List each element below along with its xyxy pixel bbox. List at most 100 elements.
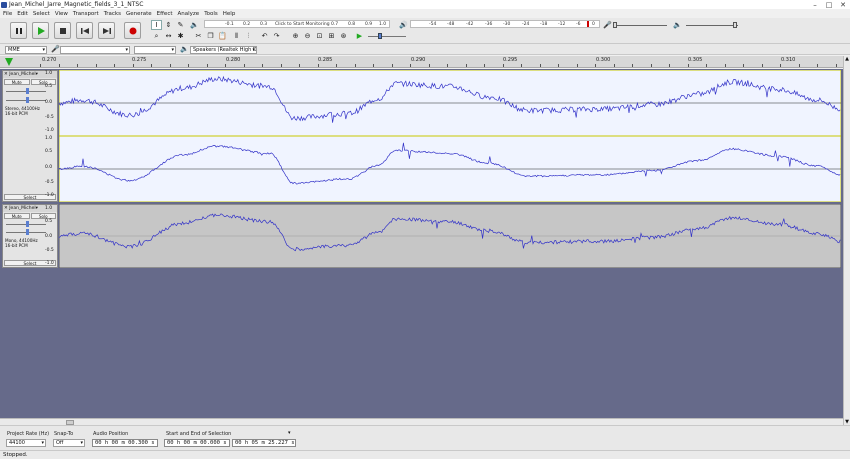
skip-start-icon xyxy=(80,27,89,34)
menu-generate[interactable]: Generate xyxy=(126,11,152,17)
meter-tick: 0.7 xyxy=(331,22,339,27)
record-volume-slider[interactable] xyxy=(615,25,667,26)
selection-tool-icon[interactable]: I xyxy=(151,20,162,30)
playback-meter[interactable]: -0.1 0.2 0.3 Click to Start Monitoring 0… xyxy=(204,20,390,28)
waveform-mono-track[interactable] xyxy=(59,204,841,268)
y-tick: 0.5 xyxy=(45,149,53,154)
mute-button[interactable]: Mute xyxy=(4,213,30,219)
record-volume-thumb[interactable] xyxy=(613,22,617,28)
waveform-left-channel[interactable] xyxy=(59,70,841,136)
menu-effect[interactable]: Effect xyxy=(157,11,173,17)
fit-project-icon[interactable]: ⊞ xyxy=(326,31,337,41)
zoom-toggle-icon[interactable]: ⊛ xyxy=(338,31,349,41)
ruler-label: 0.285 xyxy=(318,57,333,63)
stop-icon xyxy=(59,27,66,34)
snap-to-label: Snap-To xyxy=(54,431,74,437)
playback-device-select[interactable]: Speakers (Realtek High D ▾ xyxy=(190,45,257,54)
meter-tick: 0.2 xyxy=(243,22,251,27)
close-icon[interactable]: ✕ xyxy=(836,0,850,9)
vertical-scrollbar[interactable]: ▲ ▼ xyxy=(843,56,850,425)
timeline-ruler[interactable]: 0.270 0.275 0.280 0.285 0.290 0.295 0.30… xyxy=(0,56,850,68)
multi-tool-icon[interactable]: ✱ xyxy=(175,31,186,41)
pause-button[interactable] xyxy=(10,22,27,39)
copy-icon[interactable]: ❐ xyxy=(205,31,216,41)
skip-to-end-button[interactable] xyxy=(98,22,115,39)
playback-speaker-icon[interactable]: 🔈 xyxy=(189,20,200,30)
stop-button[interactable] xyxy=(54,22,71,39)
microphone-icon[interactable]: 🎤 xyxy=(602,20,613,30)
envelope-tool-icon[interactable]: ⇕ xyxy=(163,20,174,30)
draw-tool-icon[interactable]: ✎ xyxy=(175,20,186,30)
ruler-tick xyxy=(576,64,578,67)
meter-tick: 0.3 xyxy=(260,22,268,27)
mute-button[interactable]: Mute xyxy=(4,79,30,85)
minimize-icon[interactable]: – xyxy=(808,0,822,9)
project-rate-select[interactable]: 44100 ▾ xyxy=(6,439,46,447)
timeshift-tool-icon[interactable]: ↔ xyxy=(163,31,174,41)
cut-icon[interactable]: ✂ xyxy=(193,31,204,41)
meter-hint: Click to Start Monitoring xyxy=(275,22,330,27)
menu-file[interactable]: File xyxy=(3,11,12,17)
record-meter[interactable]: -54 -48 -42 -36 -30 -24 -18 -12 -6 0 xyxy=(410,20,600,28)
undo-icon[interactable]: ↶ xyxy=(259,31,270,41)
zoom-out-icon[interactable]: ⊖ xyxy=(302,31,313,41)
snap-to-value: Off xyxy=(56,440,64,446)
project-rate-label: Project Rate (Hz) xyxy=(7,431,50,437)
meter-tick: 1.0 xyxy=(379,22,387,27)
waveform-right-channel[interactable] xyxy=(59,136,841,202)
selection-end-field[interactable]: 00 h 05 m 25.227 s xyxy=(232,439,296,447)
scroll-up-icon[interactable]: ▲ xyxy=(844,56,850,62)
y-tick: -1.0 xyxy=(45,261,54,266)
track-name-menu[interactable]: Jean_Michel xyxy=(9,72,35,77)
menu-edit[interactable]: Edit xyxy=(17,11,28,17)
zoom-tool-icon[interactable]: ⌕ xyxy=(151,31,162,41)
recording-channels-select[interactable]: ▾ xyxy=(134,45,176,54)
menu-help[interactable]: Help xyxy=(223,11,236,17)
snap-to-select[interactable]: Off ▾ xyxy=(53,439,85,447)
skip-to-start-button[interactable] xyxy=(76,22,93,39)
paste-icon[interactable]: 📋 xyxy=(217,31,228,41)
play-button[interactable] xyxy=(32,22,49,39)
ruler-tick xyxy=(40,64,41,67)
menu-view[interactable]: View xyxy=(55,11,68,17)
menu-select[interactable]: Select xyxy=(33,11,50,17)
y-tick: 0.5 xyxy=(45,219,53,224)
track-close-icon[interactable]: ✕ xyxy=(4,72,8,77)
playback-volume-slider[interactable] xyxy=(686,25,738,26)
menu-transport[interactable]: Transport xyxy=(73,11,99,17)
track-name-menu[interactable]: Jean_Michel xyxy=(9,206,35,211)
play-speed-thumb[interactable] xyxy=(378,33,382,39)
zoom-in-icon[interactable]: ⊕ xyxy=(290,31,301,41)
tracks-panel[interactable]: ✕ Jean_Michel ▾ Mute Solo Stereo, 44100Hz 1… xyxy=(0,69,843,418)
record-button[interactable] xyxy=(124,22,141,39)
ruler-tick xyxy=(798,64,800,67)
record-speaker-icon[interactable]: 🔊 xyxy=(398,20,409,30)
menu-analyze[interactable]: Analyze xyxy=(178,11,200,17)
playback-volume-thumb[interactable] xyxy=(733,22,737,28)
output-speaker-icon[interactable]: 🔈 xyxy=(672,20,683,30)
horizontal-scrollbar[interactable] xyxy=(0,418,843,425)
audio-position-field[interactable]: 00 h 00 m 00.300 s xyxy=(92,439,158,447)
silence-icon[interactable]: ⫶ xyxy=(243,31,254,41)
maximize-icon[interactable]: □ xyxy=(822,0,836,9)
menu-tracks[interactable]: Tracks xyxy=(104,11,121,17)
ruler-tick xyxy=(225,64,226,67)
play-at-speed-icon[interactable]: ▶ xyxy=(354,31,365,41)
selection-start-field[interactable]: 00 h 00 m 00.000 s xyxy=(164,439,230,447)
y-tick: 0.0 xyxy=(45,165,53,170)
recording-device-select[interactable]: ▾ xyxy=(60,45,130,54)
meter-tick: -0.1 xyxy=(225,22,234,27)
menu-tools[interactable]: Tools xyxy=(204,11,218,17)
redo-icon[interactable]: ↷ xyxy=(271,31,282,41)
play-speed-slider[interactable] xyxy=(368,36,406,37)
audio-host-select[interactable]: MME ▾ xyxy=(5,45,47,54)
y-tick: 0.0 xyxy=(45,100,53,105)
fit-selection-icon[interactable]: ⊡ xyxy=(314,31,325,41)
skip-end-icon xyxy=(102,27,111,34)
title-bar: Jean_Michel_Jarre_Magnetic_fields_3_1_NT… xyxy=(0,0,850,9)
selection-type-label[interactable]: Start and End of Selection xyxy=(166,431,231,437)
track-close-icon[interactable]: ✕ xyxy=(4,206,8,211)
selection-type-dropdown-icon[interactable]: ▾ xyxy=(288,430,291,436)
device-toolbar: MME ▾ 🎤 ▾ ▾ 🔈 Speakers (Realtek High D ▾ xyxy=(0,44,850,55)
trim-icon[interactable]: ⫴ xyxy=(231,31,242,41)
